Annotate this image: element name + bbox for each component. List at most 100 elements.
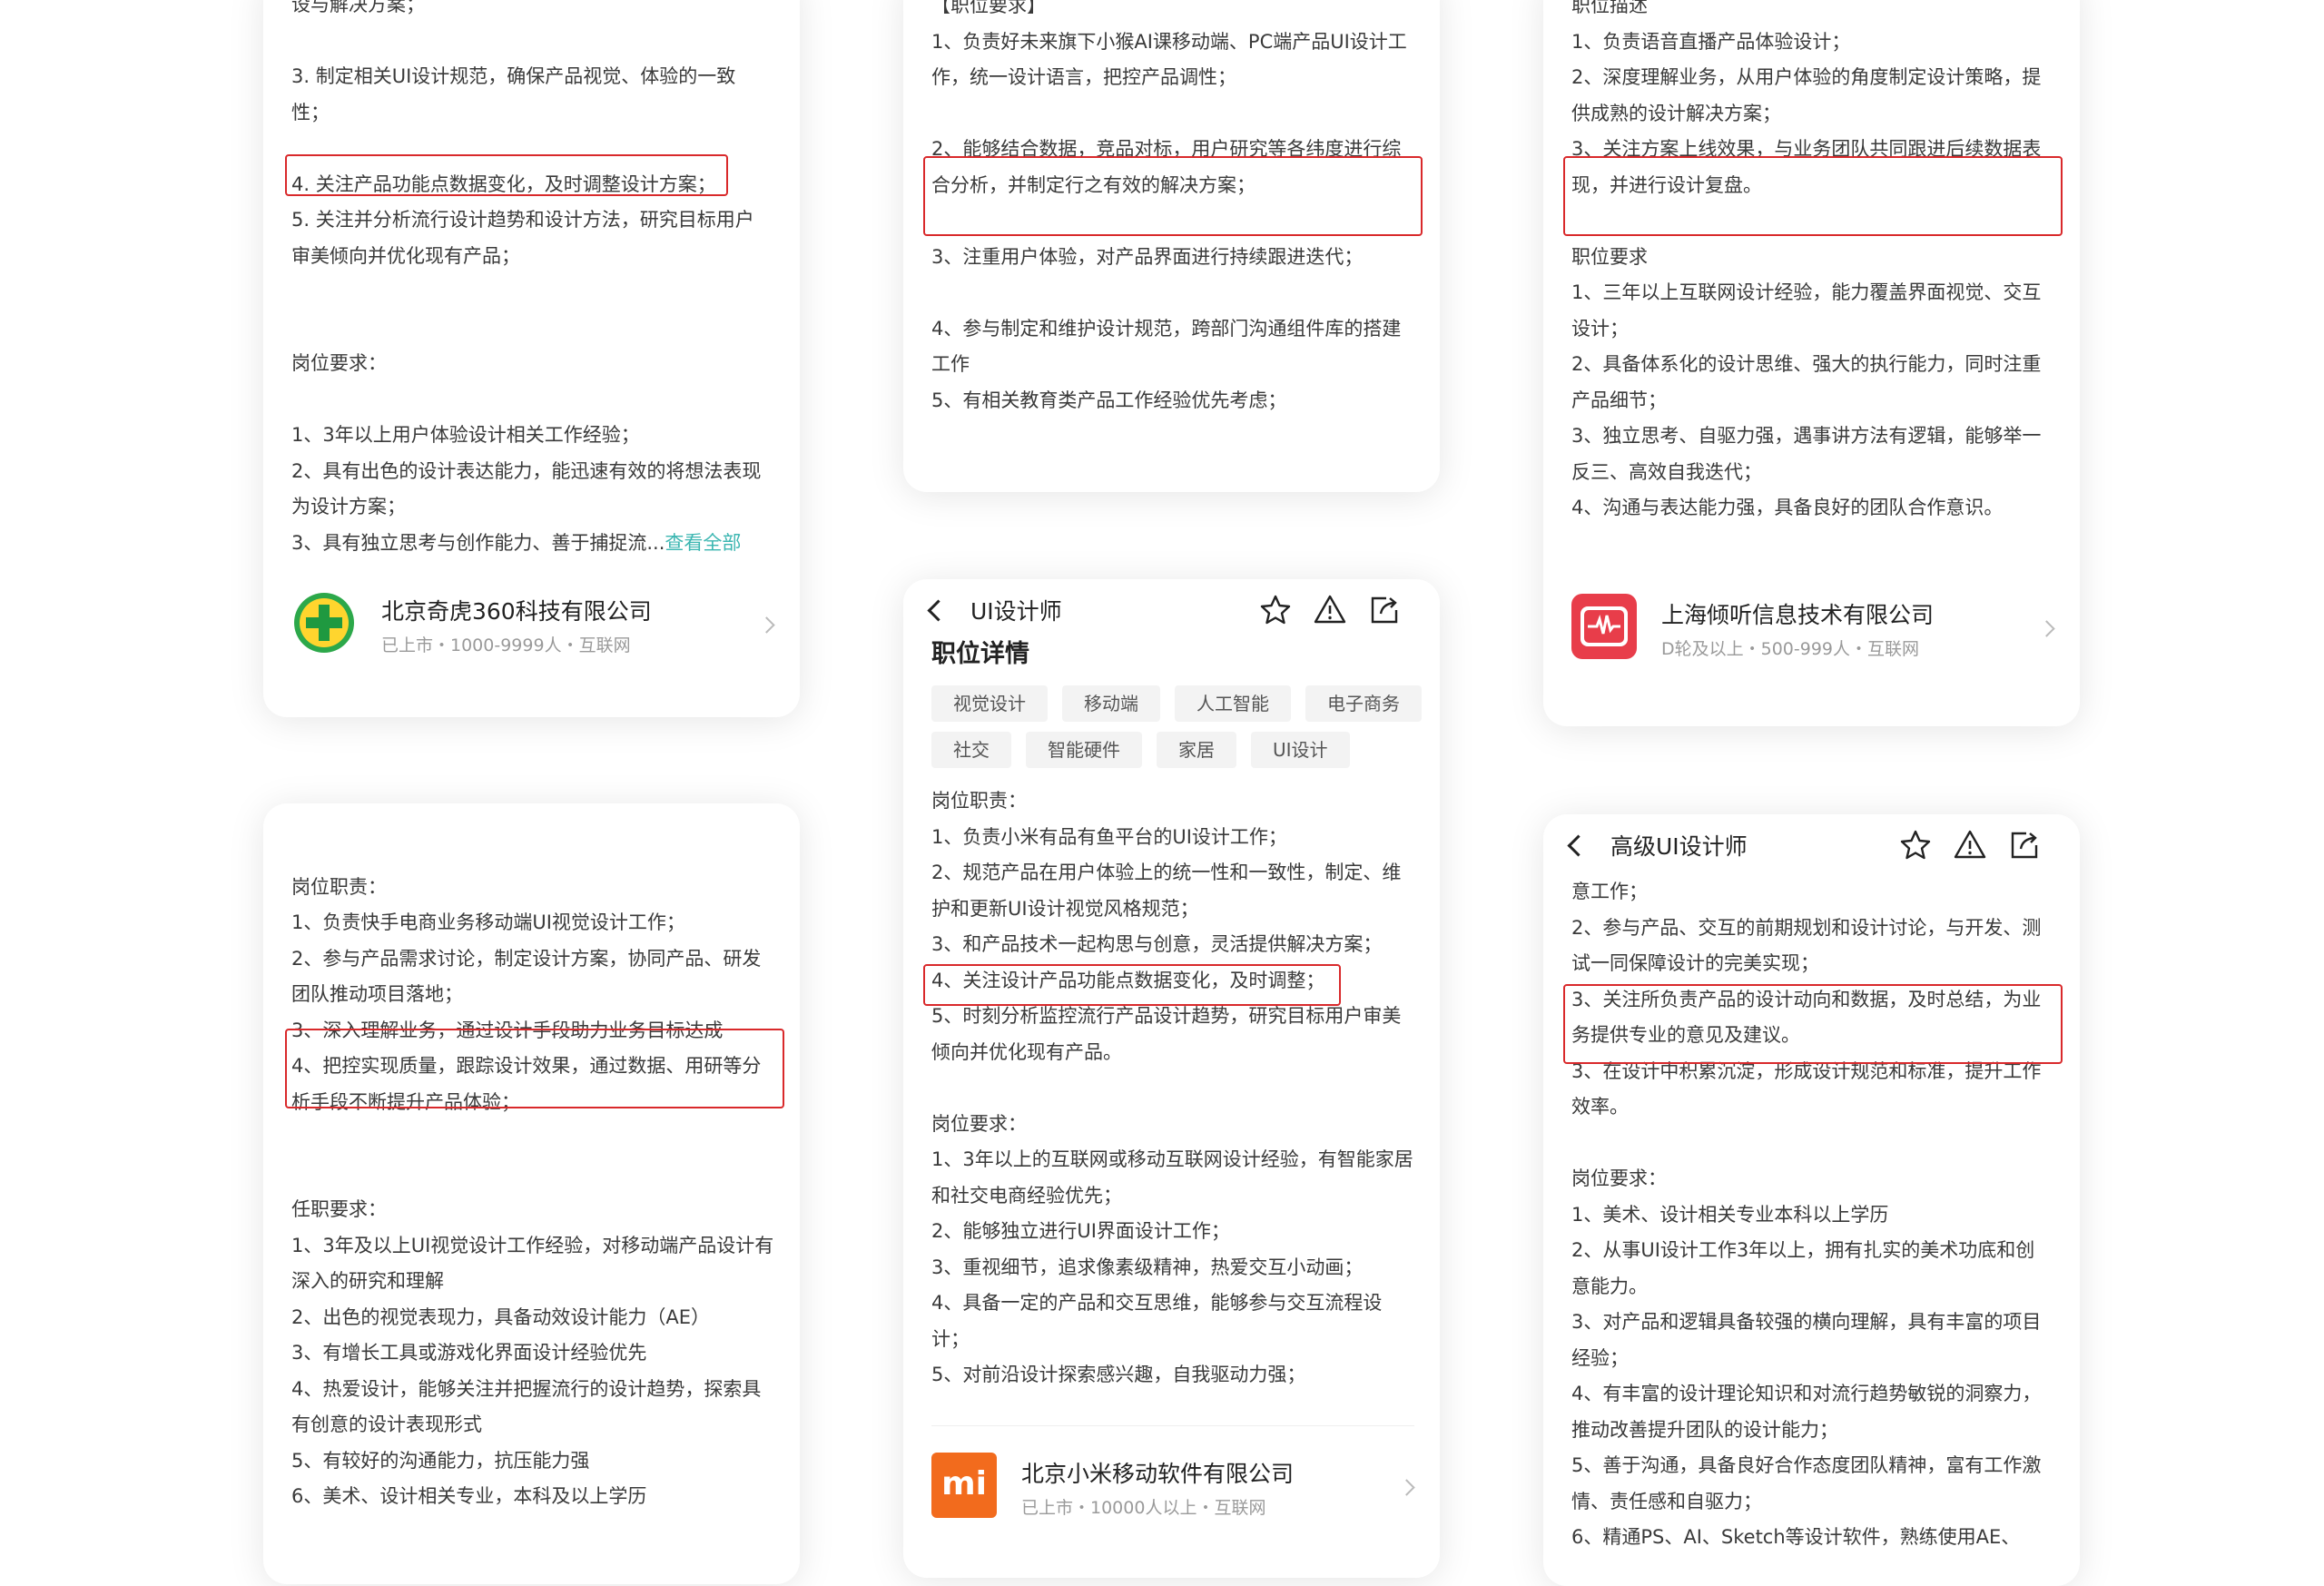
text-line: 2、深度理解业务，从用户体验的角度制定设计策略，提: [1571, 66, 2042, 88]
company-meta: 已上市・10000人以上・互联网: [1021, 1498, 1266, 1518]
company-row[interactable]: mi 北京小米移动软件有限公司 已上市・10000人以上・互联网: [903, 1425, 1440, 1543]
text-line: 1、3年以上的互联网或移动互联网设计经验，有智能家居: [931, 1148, 1413, 1170]
share-icon[interactable]: [2008, 829, 2041, 862]
text-line: 设与解决方案；: [291, 0, 425, 15]
text-line: 1、美术、设计相关专业本科以上学历: [1571, 1203, 1889, 1226]
text-line: 3、对产品和逻辑具备较强的横向理解，具有丰富的项目: [1571, 1311, 2042, 1333]
text-line: 1、3年以上用户体验设计相关工作经验；: [291, 424, 640, 446]
warning-icon[interactable]: [1314, 594, 1346, 626]
star-icon[interactable]: [1259, 594, 1292, 626]
text-line: 5. 关注并分析流行设计趋势和设计方法，研究目标用户: [291, 209, 754, 231]
job-card-kuaishou: 岗位职责： 1、负责快手电商业务移动端UI视觉设计工作； 2、参与产品需求讨论，制定…: [263, 803, 800, 1584]
text-line: 岗位要求：: [931, 1112, 1027, 1135]
chevron-right-icon: [758, 616, 775, 634]
text-line: 团队推动项目落地；: [291, 983, 463, 1005]
text-line: 意工作；: [1571, 881, 1648, 902]
text-line: 和社交电商经验优先；: [931, 1184, 1122, 1207]
text-line: 1、负责语音直播产品体验设计；: [1571, 30, 1851, 53]
company-name: 上海倾听信息技术有限公司: [1661, 602, 1935, 628]
text-line: 供成熟的设计解决方案；: [1571, 102, 1781, 124]
text-line: 3. 制定相关UI设计规范，确保产品视觉、体验的一致: [291, 65, 736, 87]
nav-bar: 高级UI设计师: [1543, 814, 2080, 878]
back-arrow-icon[interactable]: [927, 599, 950, 622]
text-line: 审美倾向并优化现有产品；: [291, 244, 520, 267]
text-line: 效率。: [1571, 1096, 1629, 1118]
tag-chip[interactable]: 智能硬件: [1026, 732, 1142, 768]
highlight-box: [923, 156, 1423, 236]
text-line: 3、有增长工具或游戏化界面设计经验优先: [291, 1342, 647, 1364]
text-line: 意能力。: [1571, 1275, 1648, 1297]
highlight-box: [1563, 984, 2063, 1064]
text-line: 反三、高效自我迭代；: [1571, 460, 1762, 483]
job-detail-card-senior: 高级UI设计师 意工作； 2、参与产品、交互的前期规划和设计讨论，与开发、测 试一同…: [1543, 814, 2080, 1586]
view-all-link[interactable]: 查看全部: [665, 532, 741, 554]
job-description: 职位描述 1、负责语音直播产品体验设计； 2、深度理解业务，从用户体验的角度制定设计…: [1571, 0, 2054, 527]
company-name: 北京奇虎360科技有限公司: [381, 598, 652, 625]
text-line: 1、负责好未来旗下小猴AI课移动端、PC端产品UI设计工: [931, 30, 1407, 53]
text-line: 1、3年及以上UI视觉设计工作经验，对移动端产品设计有: [291, 1234, 774, 1256]
tag-chip[interactable]: 移动端: [1062, 685, 1160, 722]
job-card-xiaohou: 【职位要求】 1、负责好未来旗下小猴AI课移动端、PC端产品UI设计工 作，统一设计…: [903, 0, 1440, 492]
company-row[interactable]: 上海倾听信息技术有限公司 D轮及以上・500-999人・互联网: [1543, 566, 2080, 685]
highlight-box: [285, 1029, 784, 1108]
tag-chip[interactable]: 人工智能: [1175, 685, 1291, 722]
text-line: 推动改善提升团队的设计能力；: [1571, 1418, 1838, 1441]
tag-chip[interactable]: UI设计: [1251, 732, 1350, 768]
job-card-qingting: 职位描述 1、负责语音直播产品体验设计； 2、深度理解业务，从用户体验的角度制定设计…: [1543, 0, 2080, 726]
text-line: 计；: [931, 1327, 970, 1350]
job-detail-card-xiaomi: UI设计师 职位详情 视觉设计 移动端 人工智能 电子商务 社交 智能硬件 家居 UI设计 …: [903, 579, 1440, 1578]
text-line: 2、参与产品、交互的前期规划和设计讨论，与开发、测: [1571, 916, 2042, 939]
warning-icon[interactable]: [1954, 829, 1986, 862]
chevron-right-icon: [1398, 1479, 1415, 1496]
company-logo-xiaomi: mi: [931, 1453, 997, 1518]
text-line: 护和更新UI设计视觉风格规范；: [931, 897, 1199, 920]
text-line: 4、具备一定的产品和交互思维，能够参与交互流程设: [931, 1292, 1383, 1314]
tag-chip[interactable]: 家居: [1157, 732, 1236, 768]
job-description: 岗位职责： 1、负责快手电商业务移动端UI视觉设计工作； 2、参与产品需求讨论，制定…: [291, 833, 774, 1515]
back-arrow-icon[interactable]: [1567, 834, 1590, 857]
company-meta: D轮及以上・500-999人・互联网: [1661, 639, 1920, 659]
text-line: 作，统一设计语言，把控产品调性；: [931, 66, 1236, 88]
text-line: 2、具备体系化的设计思维、强大的执行能力，同时注重: [1571, 353, 2042, 375]
text-line: 有创意的设计表现形式: [291, 1414, 482, 1435]
tag-chip[interactable]: 社交: [931, 732, 1011, 768]
logo-text: mi: [941, 1465, 987, 1502]
text-line: 性；: [291, 101, 330, 123]
highlight-box: [1563, 156, 2063, 236]
share-icon[interactable]: [1368, 594, 1401, 626]
text-line: 情、责任感和自驱力；: [1571, 1490, 1762, 1512]
text-line: 任职要求：: [291, 1198, 387, 1220]
tag-chip[interactable]: 视觉设计: [931, 685, 1048, 722]
text-line: 1、三年以上互联网设计经验，能力覆盖界面视觉、交互: [1571, 281, 2042, 303]
highlight-box: [285, 154, 728, 196]
nav-title: UI设计师: [970, 598, 1062, 625]
company-meta: 已上市・1000-9999人・互联网: [381, 635, 631, 655]
tag-chip[interactable]: 电子商务: [1305, 685, 1422, 722]
text-line: 3、重视细节，追求像素级精神，热爱交互小动画；: [931, 1256, 1364, 1278]
text-line: 2、参与产品需求讨论，制定设计方案，协同产品、研发: [291, 947, 762, 970]
text-line: 2、从事UI设计工作3年以上，拥有扎实的美术功底和创: [1571, 1239, 2035, 1261]
job-description: 设与解决方案； 3. 制定相关UI设计规范，确保产品视觉、体验的一致 性； 4. 关注…: [291, 0, 774, 561]
text-line: 5、有相关教育类产品工作经验优先考虑；: [931, 389, 1287, 411]
text-line: 3、具有独立思考与创作能力、善于捕捉流...查看全部: [291, 526, 774, 562]
star-icon[interactable]: [1899, 829, 1932, 862]
text-line: 4、参与制定和维护设计规范，跨部门沟通组件库的搭建: [931, 317, 1402, 340]
text-line: 职位描述: [1571, 0, 1648, 16]
text-line: 4、热爱设计，能够关注并把握流行的设计趋势，探索具: [291, 1377, 762, 1400]
text-line: 设计；: [1571, 317, 1629, 340]
section-title: 职位详情: [931, 640, 1029, 668]
text-line: 5、有较好的沟通能力，抗压能力强: [291, 1449, 590, 1472]
text-line: 岗位职责：: [291, 875, 387, 898]
text-line: 为设计方案；: [291, 496, 406, 517]
text-line: 职位要求: [1571, 245, 1648, 268]
job-description: 岗位职责： 1、负责小米有品有鱼平台的UI设计工作； 2、规范产品在用户体验上的统一…: [931, 783, 1414, 1394]
text-line: 5、善于沟通，具备良好合作态度团队精神，富有工作激: [1571, 1454, 2042, 1476]
text-line: 4、有丰富的设计理论知识和对流行趋势敏锐的洞察力，: [1571, 1383, 2042, 1404]
company-row[interactable]: 北京奇虎360科技有限公司 已上市・1000-9999人・互联网: [263, 563, 800, 681]
